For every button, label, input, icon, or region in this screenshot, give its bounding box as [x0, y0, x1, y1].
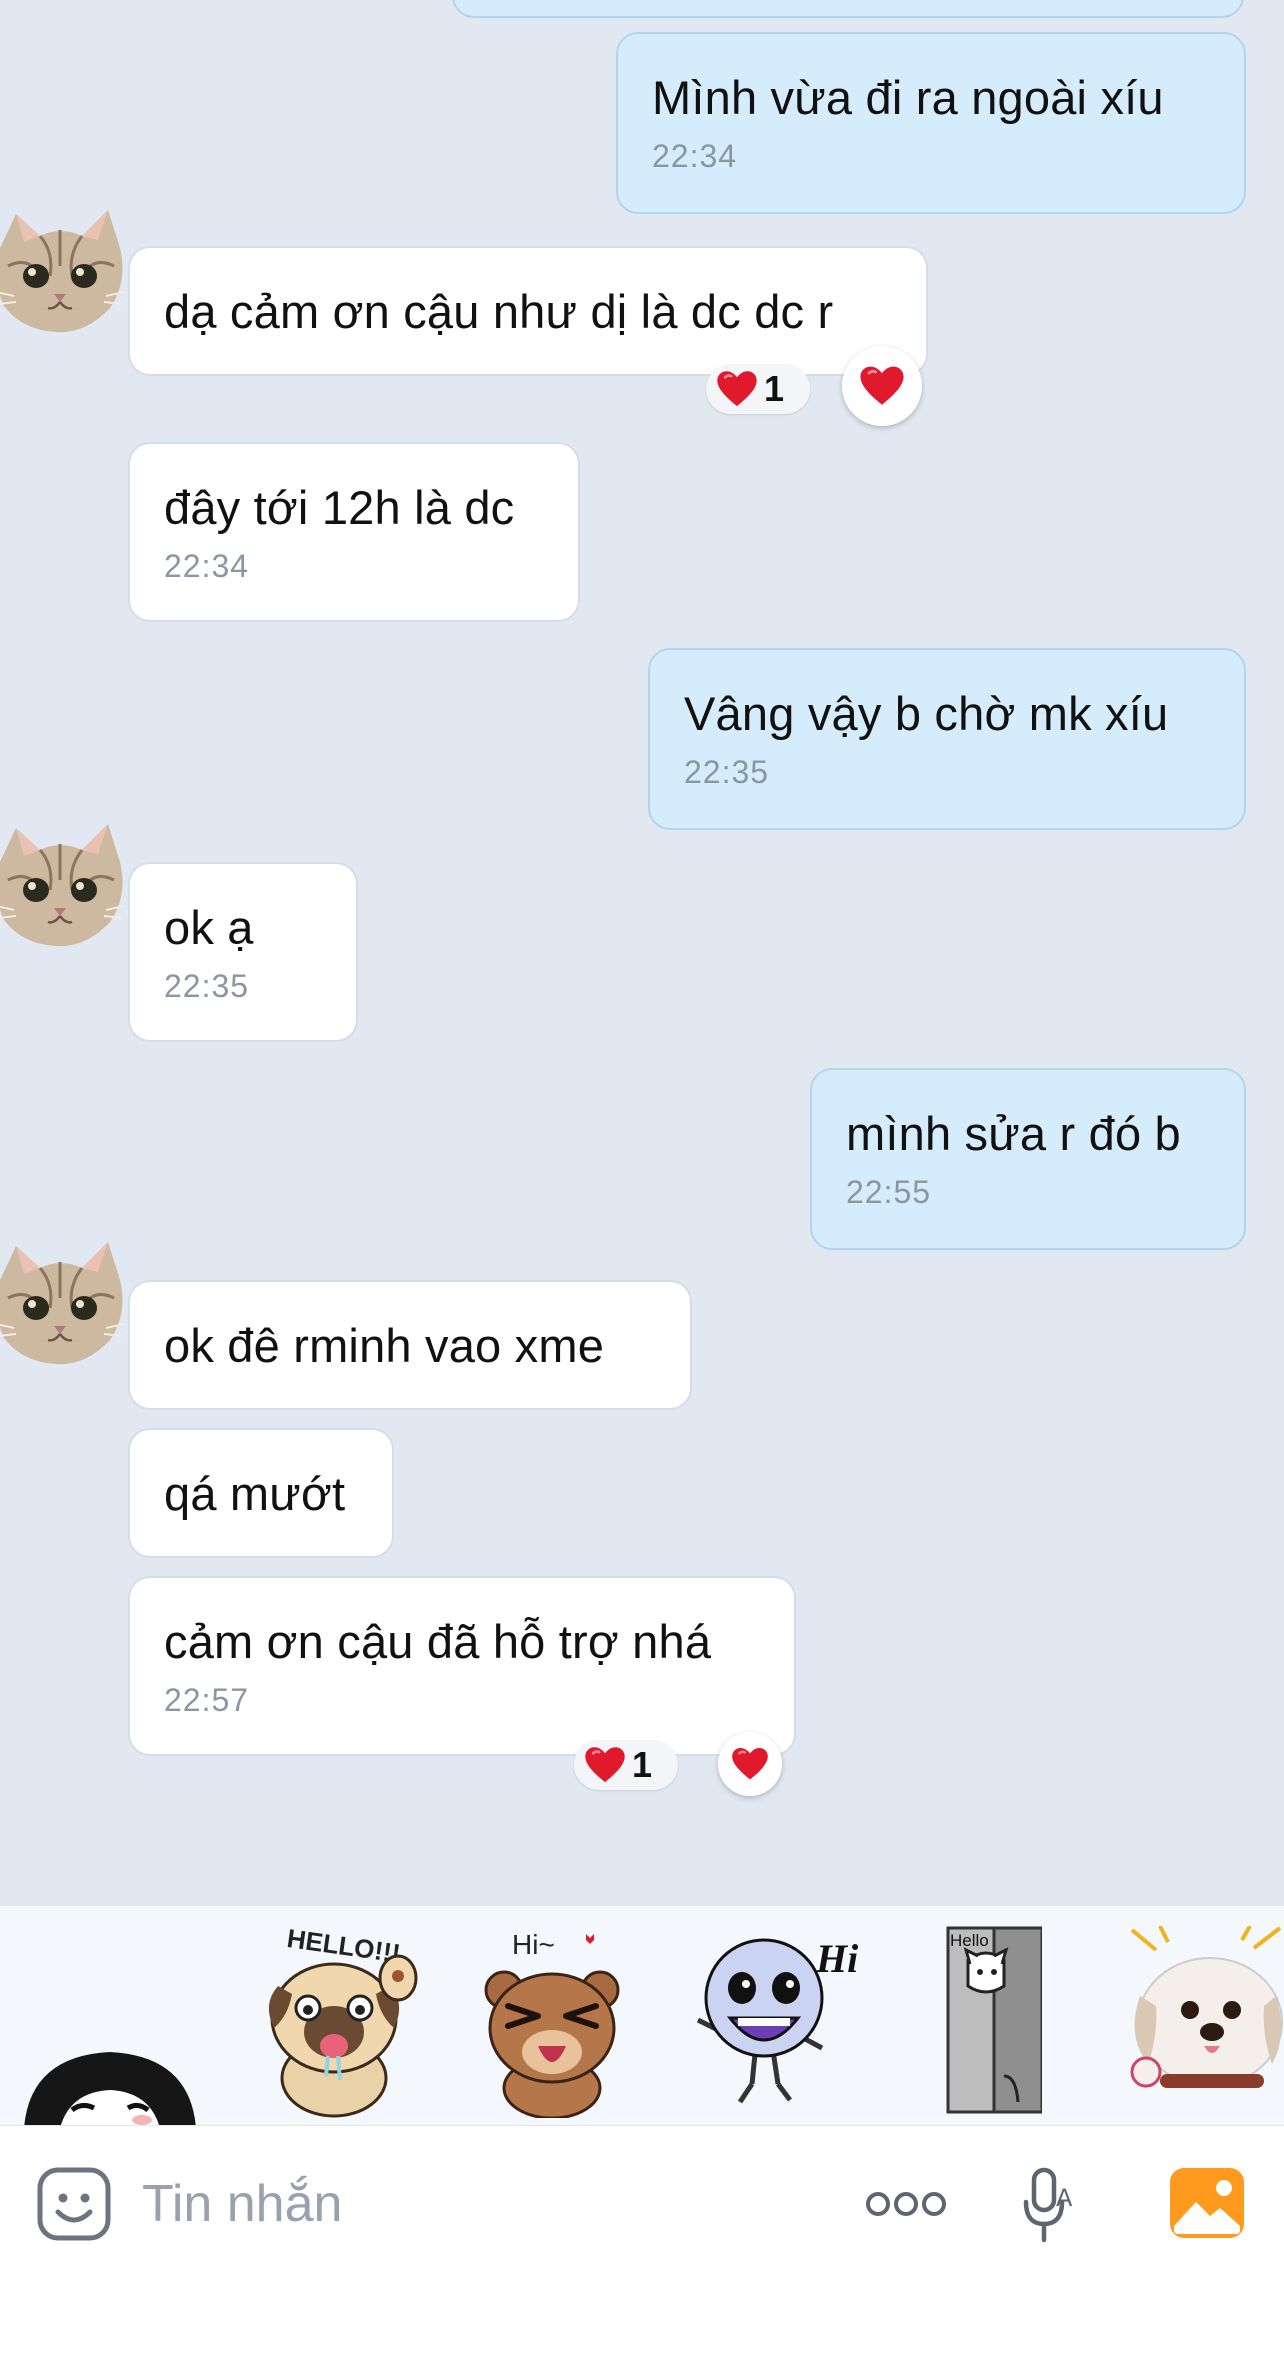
message-bubble-incoming[interactable]: ok đê rminh vao xme — [128, 1280, 692, 1410]
reaction-count: 1 — [764, 368, 785, 409]
message-text: mình sửa r đó b — [846, 1107, 1181, 1160]
cat-avatar[interactable] — [0, 810, 126, 952]
reaction-summary[interactable]: 1 — [574, 1740, 678, 1790]
previous-message-bubble[interactable] — [452, 0, 1244, 18]
cat-avatar[interactable] — [0, 196, 126, 338]
react-button[interactable] — [718, 1732, 782, 1796]
message-bubble-incoming[interactable]: cảm ơn cậu đã hỗ trợ nhá 22:57 — [128, 1576, 796, 1756]
message-time: 22:55 — [846, 1174, 932, 1210]
message-text: Mình vừa đi ra ngoài xíu — [652, 71, 1164, 124]
cat-door-hello-sticker[interactable]: Hello — [946, 1926, 1042, 2116]
message-time: 22:34 — [652, 138, 738, 174]
more-icon[interactable] — [864, 2188, 948, 2220]
emoji-icon[interactable] — [36, 2166, 112, 2242]
dog-photo-sticker[interactable] — [1126, 1926, 1284, 2110]
skeleton-hi-sticker[interactable]: Hi — [686, 1924, 862, 2118]
cat-avatar[interactable] — [0, 1228, 126, 1370]
message-time: 22:35 — [684, 754, 770, 790]
message-time: 22:34 — [164, 548, 250, 584]
message-bubble-incoming[interactable]: dạ cảm ơn cậu như dị là dc dc r — [128, 246, 928, 376]
chat-area[interactable]: Mình vừa đi ra ngoài xíu 22:34 dạ cảm ơn… — [0, 0, 1284, 1905]
image-icon[interactable] — [1168, 2166, 1246, 2240]
message-text: ok đê rminh vao xme — [164, 1319, 605, 1372]
girl-face-sticker[interactable] — [20, 2036, 200, 2126]
sticker-caption: Hi~ — [512, 1929, 555, 1960]
message-text: ok ạ — [164, 901, 254, 954]
react-button[interactable] — [842, 346, 922, 426]
message-input[interactable]: Tin nhắn — [142, 2174, 342, 2234]
message-bubble-outgoing[interactable]: mình sửa r đó b 22:55 — [810, 1068, 1246, 1250]
message-bubble-incoming[interactable]: ok ạ 22:35 — [128, 862, 358, 1042]
message-text: dạ cảm ơn cậu như dị là dc dc r — [164, 285, 834, 338]
sticker-caption: Hello — [950, 1931, 989, 1950]
reaction-count: 1 — [632, 1744, 653, 1785]
svg-text:A: A — [1056, 2184, 1073, 2212]
heart-icon — [859, 364, 905, 408]
message-text: Vâng vậy b chờ mk xíu — [684, 687, 1169, 740]
sticker-suggestions[interactable]: HELLO!!! Hi~ Hi Hello — [0, 1905, 1284, 2126]
message-bubble-incoming[interactable]: đây tới 12h là dc 22:34 — [128, 442, 580, 622]
reaction-summary[interactable]: 1 — [706, 364, 810, 414]
bear-hi-sticker[interactable]: Hi~ — [478, 1920, 628, 2118]
heart-icon — [716, 369, 758, 409]
message-bubble-outgoing[interactable]: Vâng vậy b chờ mk xíu 22:35 — [648, 648, 1246, 830]
heart-icon — [731, 1746, 769, 1782]
heart-icon — [584, 1745, 626, 1785]
message-text: đây tới 12h là dc — [164, 481, 515, 534]
message-composer[interactable]: Tin nhắn A — [0, 2125, 1284, 2376]
message-time: 22:57 — [164, 1682, 250, 1718]
message-time: 22:35 — [164, 968, 250, 1004]
pug-hello-sticker[interactable]: HELLO!!! — [248, 1920, 428, 2118]
message-text: qá mướt — [164, 1467, 346, 1520]
message-bubble-incoming[interactable]: qá mướt — [128, 1428, 394, 1558]
voice-input-icon[interactable]: A — [1022, 2164, 1082, 2246]
sticker-caption: Hi — [815, 1936, 858, 1981]
message-text: cảm ơn cậu đã hỗ trợ nhá — [164, 1615, 712, 1668]
message-bubble-outgoing[interactable]: Mình vừa đi ra ngoài xíu 22:34 — [616, 32, 1246, 214]
